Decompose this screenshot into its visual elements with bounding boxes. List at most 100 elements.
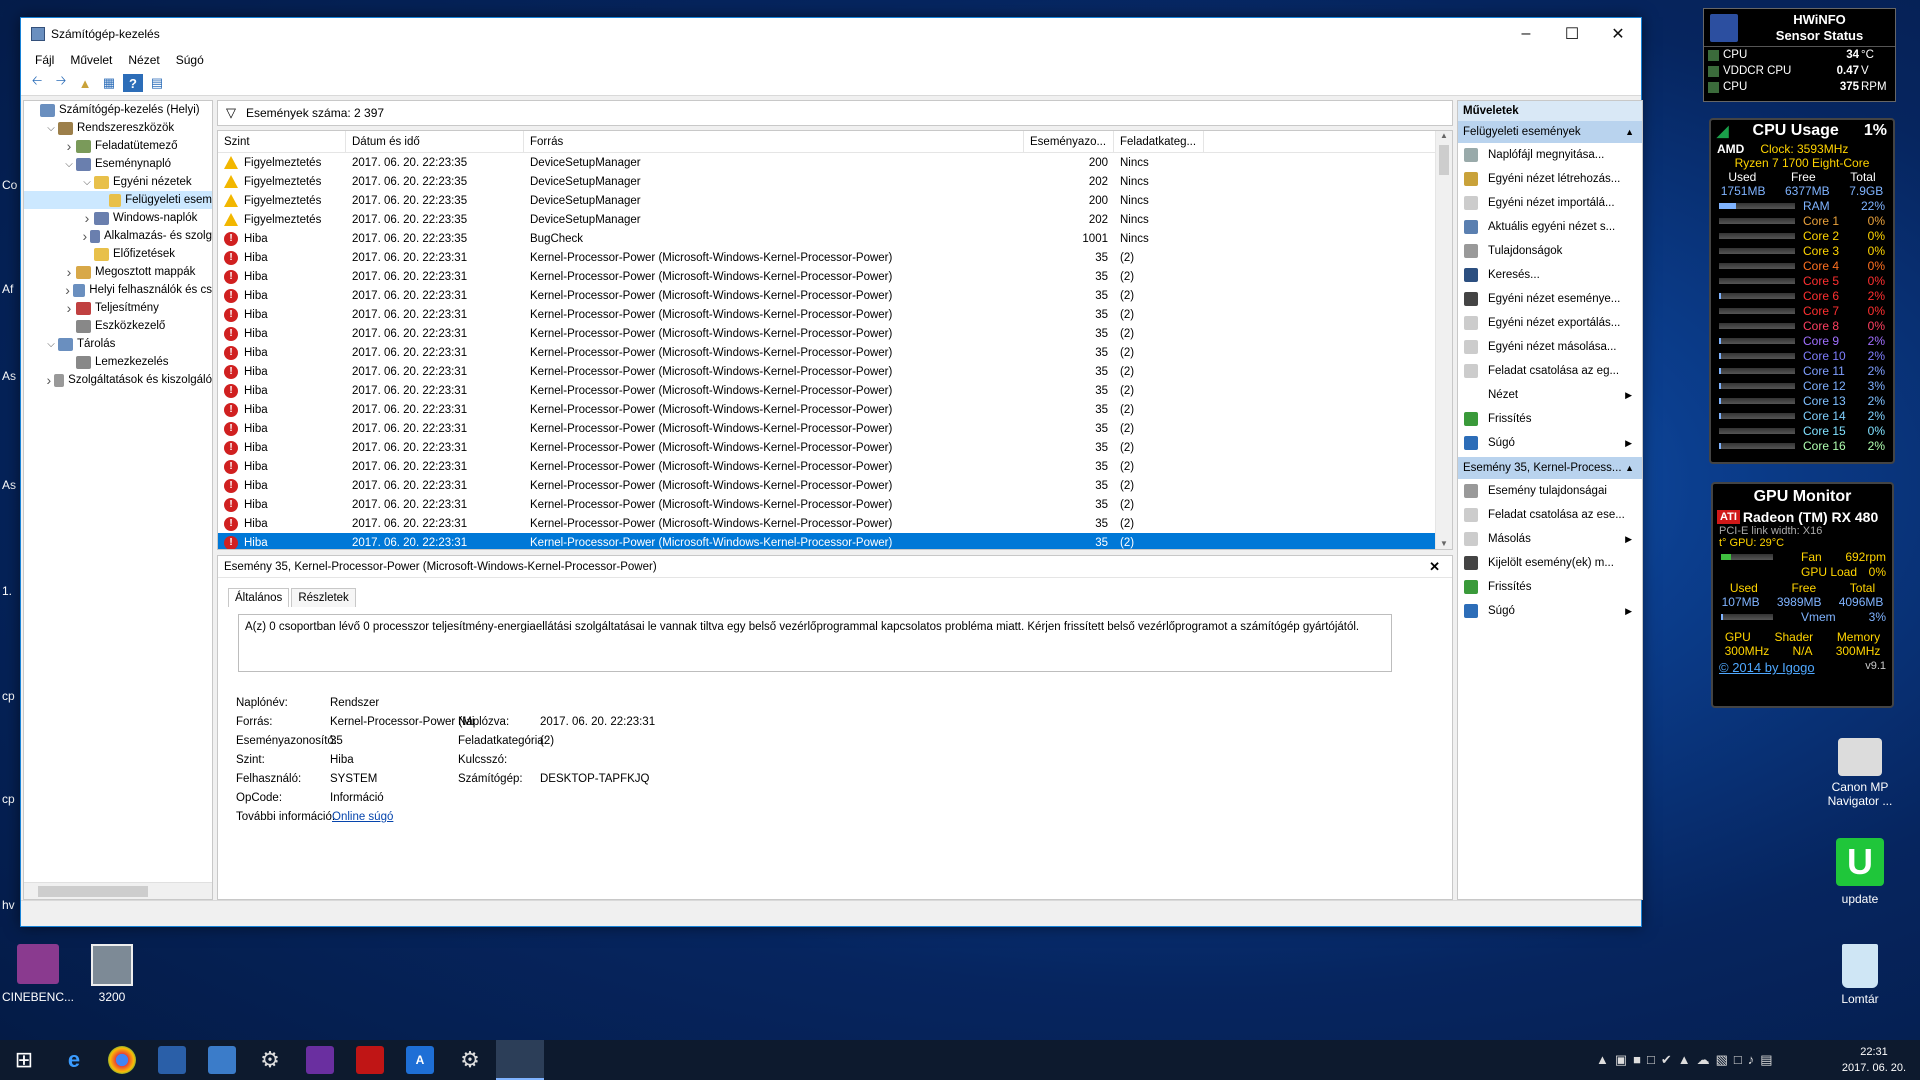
tree-node[interactable]: ⌵ Tárolás [24, 335, 212, 353]
table-row[interactable]: ! Hiba 2017. 06. 20. 22:23:31 Kernel-Proces… [218, 343, 1452, 362]
table-row[interactable]: ! Hiba 2017. 06. 20. 22:23:31 Kernel-Proces… [218, 305, 1452, 324]
tree-expander-icon[interactable]: › [44, 372, 54, 388]
menu-item[interactable]: Nézet [120, 53, 167, 67]
action-item[interactable]: Feladat csatolása az eg... [1458, 359, 1642, 383]
settings-gear-icon[interactable]: ⚙ [256, 1046, 284, 1074]
cpu-z-icon[interactable] [306, 1046, 334, 1074]
up-folder-icon[interactable]: ▲ [75, 74, 95, 92]
tree-expander-icon[interactable]: ⌵ [44, 339, 58, 350]
tree-node[interactable]: Lemezkezelés [24, 353, 212, 371]
system-tray-icons[interactable]: ▲▣■□✔▲☁▧□♪▤ [1596, 1052, 1779, 1068]
tree-node[interactable]: › Alkalmazás- és szolg [24, 227, 212, 245]
desktop-icon-cinebench[interactable]: CINEBENC... [0, 944, 78, 1004]
tree-node[interactable]: › Windows-naplók [24, 209, 212, 227]
table-row[interactable]: ! Hiba 2017. 06. 20. 22:23:31 Kernel-Proces… [218, 514, 1452, 533]
edge-icon[interactable]: e [60, 1046, 88, 1074]
action-item[interactable]: Keresés... [1458, 263, 1642, 287]
tree-expander-icon[interactable]: ⌵ [44, 123, 58, 134]
disk-save-icon[interactable] [158, 1046, 186, 1074]
event-description[interactable]: A(z) 0 csoportban lévő 0 processzor telj… [238, 614, 1392, 672]
column-header[interactable]: Dátum és idő [346, 131, 524, 153]
tree-expander-icon[interactable]: ⌵ [62, 159, 76, 170]
action-item[interactable]: Frissítés [1458, 575, 1642, 599]
table-row[interactable]: ! Hiba 2017. 06. 20. 22:23:31 Kernel-Proces… [218, 286, 1452, 305]
cpu-usage-gadget[interactable]: ◢ CPU Usage 1% AMD Clock: 3593MHz Ryzen … [1709, 118, 1895, 464]
action-item[interactable]: Esemény tulajdonságai [1458, 479, 1642, 503]
table-row[interactable]: Figyelmeztetés 2017. 06. 20. 22:23:35 Devi… [218, 191, 1452, 210]
action-item[interactable]: Nézet ▶ [1458, 383, 1642, 407]
table-row[interactable]: ! Hiba 2017. 06. 20. 22:23:35 BugCheck 1001 N… [218, 229, 1452, 248]
action-item[interactable]: Naplófájl megnyitása... [1458, 143, 1642, 167]
actions-group-event[interactable]: Esemény 35, Kernel-Process... ▲ [1458, 457, 1642, 479]
minimize-button[interactable]: – [1503, 18, 1549, 49]
table-row[interactable]: ! Hiba 2017. 06. 20. 22:23:31 Kernel-Proces… [218, 362, 1452, 381]
scroll-thumb[interactable] [1439, 145, 1449, 175]
tree-node[interactable]: ⌵ Eseménynapló [24, 155, 212, 173]
table-row[interactable]: Figyelmeztetés 2017. 06. 20. 22:23:35 Devi… [218, 210, 1452, 229]
column-header[interactable]: Forrás [524, 131, 1024, 153]
tree-node[interactable]: Eszközkezelő [24, 317, 212, 335]
show-hide-actions-icon[interactable]: ▤ [147, 74, 167, 92]
action-item[interactable]: Súgó ▶ [1458, 431, 1642, 455]
desktop-icon-recycle-bin[interactable]: Lomtár [1820, 944, 1900, 1006]
menu-item[interactable]: Művelet [62, 53, 120, 67]
tree-expander-icon[interactable]: › [80, 228, 90, 244]
collapse-icon[interactable]: ▲ [1625, 121, 1634, 143]
action-item[interactable]: Feladat csatolása az ese... [1458, 503, 1642, 527]
asus-app-icon[interactable]: A [406, 1046, 434, 1074]
action-item[interactable]: Kijelölt esemény(ek) m... [1458, 551, 1642, 575]
action-item[interactable]: Aktuális egyéni nézet s... [1458, 215, 1642, 239]
monitor-app-icon[interactable] [208, 1046, 236, 1074]
action-item[interactable]: Frissítés [1458, 407, 1642, 431]
tree-node[interactable]: › Helyi felhasználók és cs [24, 281, 212, 299]
tree-node[interactable]: ⌵ Egyéni nézetek [24, 173, 212, 191]
tree-expander-icon[interactable]: › [62, 264, 76, 280]
tree-node[interactable]: Előfizetések [24, 245, 212, 263]
hwinfo-gadget[interactable]: HWiNFO Sensor Status CPU 34 °C VDDCR CPU 0.4… [1703, 8, 1896, 102]
table-row[interactable]: ! Hiba 2017. 06. 20. 22:23:31 Kernel-Proces… [218, 267, 1452, 286]
action-item[interactable]: Egyéni nézet exportálás... [1458, 311, 1642, 335]
column-header[interactable]: Szint [218, 131, 346, 153]
action-item[interactable]: Egyéni nézet importálá... [1458, 191, 1642, 215]
chrome-icon[interactable] [108, 1046, 136, 1074]
table-row[interactable]: ! Hiba 2017. 06. 20. 22:23:31 Kernel-Proces… [218, 400, 1452, 419]
desktop-icon-3200[interactable]: 3200 [72, 944, 152, 1004]
table-row[interactable]: ! Hiba 2017. 06. 20. 22:23:31 Kernel-Proces… [218, 533, 1452, 549]
tree-node[interactable]: › Megosztott mappák [24, 263, 212, 281]
close-button[interactable]: ✕ [1595, 18, 1641, 49]
gpu-monitor-gadget[interactable]: GPU Monitor ATI Radeon (TM) RX 480 PCI-E… [1711, 482, 1894, 708]
start-button-windows-icon[interactable]: ⊞ [10, 1046, 38, 1074]
tree-node[interactable]: Számítógép-kezelés (Helyi) [24, 101, 212, 119]
maximize-button[interactable]: ☐ [1549, 18, 1595, 49]
table-row[interactable]: ! Hiba 2017. 06. 20. 22:23:31 Kernel-Proces… [218, 324, 1452, 343]
help-icon[interactable]: ? [123, 74, 143, 92]
tree-node[interactable]: › Teljesítmény [24, 299, 212, 317]
collapse-icon[interactable]: ▲ [1625, 457, 1634, 479]
close-detail-icon[interactable]: ✕ [1429, 559, 1440, 575]
clock[interactable]: 22:31 2017. 06. 20. [1834, 1044, 1914, 1076]
actions-group-view[interactable]: Felügyeleti események ▲ [1458, 121, 1642, 143]
tree-expander-icon[interactable]: › [62, 282, 73, 298]
tree-node[interactable]: ⌵ Rendszereszközök [24, 119, 212, 137]
table-row[interactable]: ! Hiba 2017. 06. 20. 22:23:31 Kernel-Proces… [218, 419, 1452, 438]
table-row[interactable]: ! Hiba 2017. 06. 20. 22:23:31 Kernel-Proces… [218, 495, 1452, 514]
table-row[interactable]: ! Hiba 2017. 06. 20. 22:23:31 Kernel-Proces… [218, 457, 1452, 476]
menu-item[interactable]: Fájl [27, 53, 62, 67]
menu-item[interactable]: Súgó [168, 53, 212, 67]
desktop-icon-update[interactable]: U update [1820, 838, 1900, 906]
tab-details[interactable]: Részletek [291, 588, 356, 607]
desktop-icon-canon[interactable]: Canon MP Navigator ... [1820, 738, 1900, 808]
action-item[interactable]: Másolás ▶ [1458, 527, 1642, 551]
computer-management-taskbar-button[interactable] [496, 1040, 544, 1080]
action-item[interactable]: Súgó ▶ [1458, 599, 1642, 623]
credit-link[interactable]: © 2014 by Igogo [1719, 660, 1815, 675]
table-row[interactable]: ! Hiba 2017. 06. 20. 22:23:31 Kernel-Proces… [218, 476, 1452, 495]
table-row[interactable]: Figyelmeztetés 2017. 06. 20. 22:23:35 Devi… [218, 172, 1452, 191]
tree-node[interactable]: › Feladatütemező [24, 137, 212, 155]
show-hide-tree-icon[interactable]: ▦ [99, 74, 119, 92]
table-row[interactable]: Figyelmeztetés 2017. 06. 20. 22:23:35 Devi… [218, 153, 1452, 172]
tree-expander-icon[interactable]: › [80, 210, 94, 226]
tree-horizontal-scrollbar[interactable] [24, 882, 212, 899]
table-row[interactable]: ! Hiba 2017. 06. 20. 22:23:31 Kernel-Proces… [218, 438, 1452, 457]
tree-expander-icon[interactable]: ⌵ [80, 177, 94, 188]
